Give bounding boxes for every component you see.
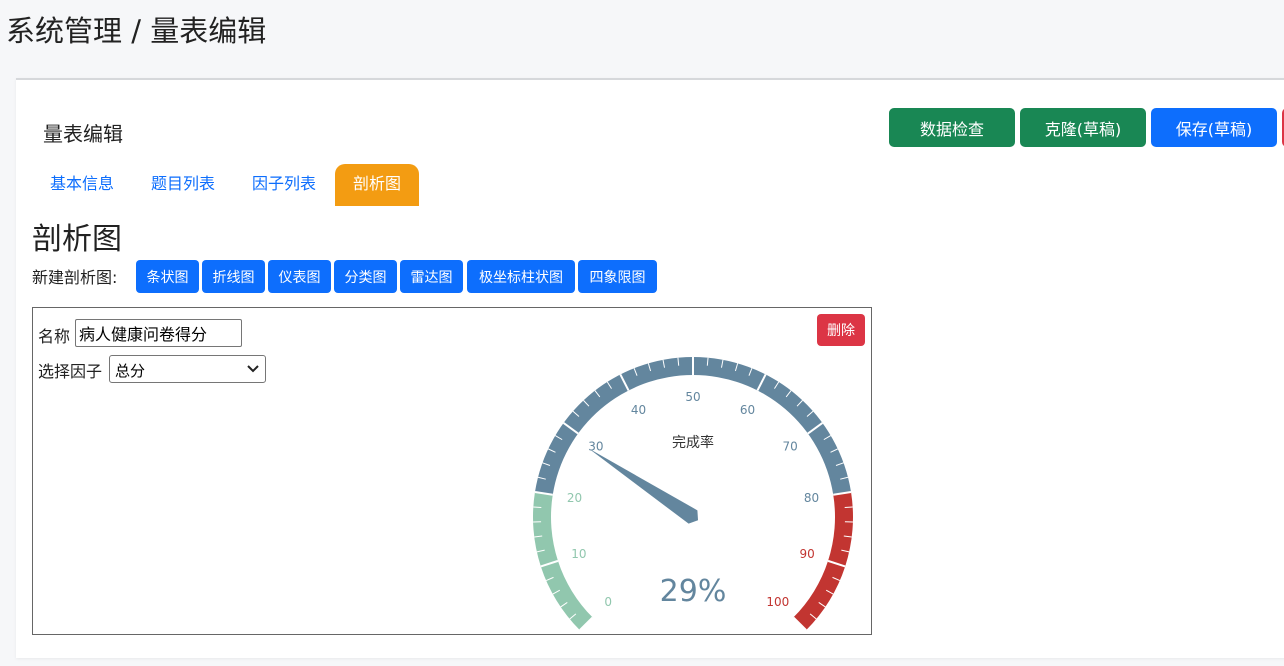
gauge-tick-label: 0 bbox=[604, 595, 612, 609]
gauge-value: 29% bbox=[660, 574, 727, 609]
name-label: 名称 bbox=[38, 327, 71, 346]
gauge-tick-label: 80 bbox=[804, 491, 819, 505]
gauge-tick-label: 20 bbox=[567, 491, 582, 505]
gauge-band-1 bbox=[534, 357, 852, 495]
gauge-tick-label: 70 bbox=[782, 439, 797, 453]
breadcrumb: 系统管理 / 量表编辑 bbox=[6, 14, 267, 48]
new-radar-chart-button[interactable]: 雷达图 bbox=[400, 260, 463, 293]
tab-factor-list[interactable]: 因子列表 bbox=[233, 164, 335, 206]
gauge-minor-tick bbox=[844, 506, 853, 508]
new-category-chart-button[interactable]: 分类图 bbox=[334, 260, 397, 293]
new-quadrant-chart-button[interactable]: 四象限图 bbox=[578, 260, 657, 293]
gauge-tick-label: 90 bbox=[799, 547, 814, 561]
clone-draft-button[interactable]: 克隆(草稿) bbox=[1020, 108, 1146, 147]
gauge-tick-label: 60 bbox=[740, 403, 755, 417]
chevron-down-icon bbox=[247, 365, 259, 373]
gauge-tick-label: 30 bbox=[588, 439, 603, 453]
new-chart-label: 新建剖析图: bbox=[32, 268, 118, 287]
gauge-tick-label: 10 bbox=[571, 547, 586, 561]
gauge-tick-label: 40 bbox=[631, 403, 646, 417]
editor-card: 量表编辑 数据检查 克隆(草稿) 保存(草稿) 基本信息 题目列表 因子列表 剖… bbox=[16, 78, 1284, 658]
name-input[interactable] bbox=[75, 319, 242, 347]
gauge-title: 完成率 bbox=[672, 434, 714, 451]
factor-select[interactable]: 总分 bbox=[109, 355, 266, 383]
gauge-tick-label: 50 bbox=[685, 390, 700, 404]
new-bar-chart-button[interactable]: 条状图 bbox=[136, 260, 199, 293]
chart-panel: 名称 选择因子 总分 删除 0102030405060708090100 完成率… bbox=[32, 307, 872, 635]
gauge-tick-label: 100 bbox=[766, 595, 789, 609]
tab-basic-info[interactable]: 基本信息 bbox=[33, 164, 131, 206]
gauge-minor-tick bbox=[533, 506, 542, 508]
gauge-pointer bbox=[588, 448, 699, 524]
gauge-chart: 0 10 20 30 40 50 60 70 80 90 100 完成率 29% bbox=[533, 357, 853, 631]
new-polar-bar-chart-button[interactable]: 极坐标柱状图 bbox=[467, 260, 575, 293]
new-line-chart-button[interactable]: 折线图 bbox=[202, 260, 265, 293]
factor-label: 选择因子 bbox=[38, 362, 103, 381]
section-title: 剖析图 bbox=[32, 222, 122, 257]
tab-profile-chart[interactable]: 剖析图 bbox=[335, 164, 419, 206]
save-draft-button[interactable]: 保存(草稿) bbox=[1151, 108, 1277, 147]
tab-question-list[interactable]: 题目列表 bbox=[133, 164, 233, 206]
factor-select-value: 总分 bbox=[115, 362, 146, 380]
data-check-button[interactable]: 数据检查 bbox=[889, 108, 1015, 147]
new-gauge-chart-button[interactable]: 仪表图 bbox=[268, 260, 331, 293]
card-title: 量表编辑 bbox=[43, 122, 123, 146]
